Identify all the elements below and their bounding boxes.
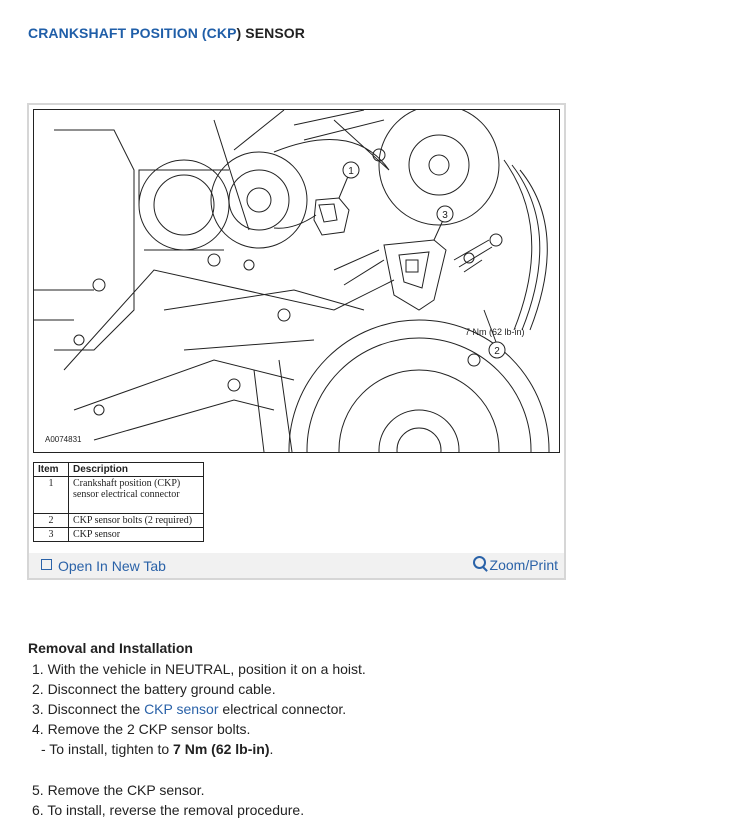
zoom-print-link[interactable]: Zoom/Print (472, 556, 558, 573)
legend-desc-2: CKP sensor bolts (2 required) (68, 513, 204, 528)
page-title: CRANKSHAFT POSITION (CKP) SENSOR (28, 25, 305, 41)
table-row: 3 CKP sensor (33, 527, 204, 542)
step-1: 1. With the vehicle in NEUTRAL, position… (32, 661, 366, 677)
step-spacer (32, 759, 366, 780)
step-5: 5. Remove the CKP sensor. (32, 782, 205, 798)
procedure-steps: 1. With the vehicle in NEUTRAL, position… (32, 659, 366, 820)
step-6: 6. To install, reverse the removal proce… (32, 802, 305, 818)
step-2: 2. Disconnect the battery ground cable. (32, 681, 276, 697)
legend-desc-3: CKP sensor (68, 527, 204, 542)
step-3-post: electrical connector. (218, 701, 347, 717)
zoom-magnifier-icon (472, 556, 486, 569)
legend-header-description: Description (68, 462, 204, 477)
legend-table: Item Description 1 Crankshaft position (… (33, 462, 204, 542)
callout-3-label: 3 (442, 210, 448, 221)
legend-desc-1: Crankshaft position (CKP) sensor electri… (68, 476, 204, 514)
legend-header-item: Item (33, 462, 69, 477)
figure-panel: 1 3 2 7 Nm (62 lb-in) A0074831 Item Desc… (27, 103, 566, 580)
title-abbr: CKP (206, 25, 237, 41)
torque-spec: 7 Nm (62 lb-in) (173, 741, 270, 757)
legend-item-3: 3 (33, 527, 69, 542)
step-3-pre: 3. Disconnect the (32, 701, 145, 717)
ckp-sensor-line-drawing: 1 3 2 (34, 110, 550, 452)
figure-id: A0074831 (45, 435, 82, 444)
engine-illustration[interactable]: 1 3 2 7 Nm (62 lb-in) A0074831 (33, 109, 560, 453)
open-in-new-tab-label: Open In New Tab (58, 558, 166, 574)
ckp-sensor-link[interactable]: CKP sensor (144, 701, 218, 717)
step-4: 4. Remove the 2 CKP sensor bolts. (32, 721, 251, 737)
callout-1-label: 1 (348, 166, 354, 177)
table-row: 1 Crankshaft position (CKP) sensor elect… (33, 476, 204, 514)
figure-footer: Open In New Tab Zoom/Print (29, 553, 564, 578)
legend-item-2: 2 (33, 513, 69, 528)
callout-2-label: 2 (494, 346, 500, 357)
legend-header-row: Item Description (33, 462, 204, 477)
step-4-sub-pre: - To install, tighten to (41, 741, 174, 757)
title-suffix: ) SENSOR (236, 25, 305, 41)
torque-callout: 7 Nm (62 lb-in) (465, 327, 525, 337)
step-4-sub-post: . (269, 741, 274, 757)
step-4-substep: - To install, tighten to 7 Nm (62 lb-in)… (32, 739, 366, 759)
open-in-new-tab-link[interactable]: Open In New Tab (41, 558, 166, 574)
open-new-tab-icon (41, 559, 52, 570)
legend-item-1: 1 (33, 476, 69, 514)
zoom-print-label: Zoom/Print (489, 557, 558, 573)
title-prefix: CRANKSHAFT POSITION ( (28, 25, 207, 41)
table-row: 2 CKP sensor bolts (2 required) (33, 513, 204, 528)
step-3: 3. Disconnect the CKP sensor electrical … (32, 699, 366, 719)
section-heading: Removal and Installation (28, 640, 193, 656)
